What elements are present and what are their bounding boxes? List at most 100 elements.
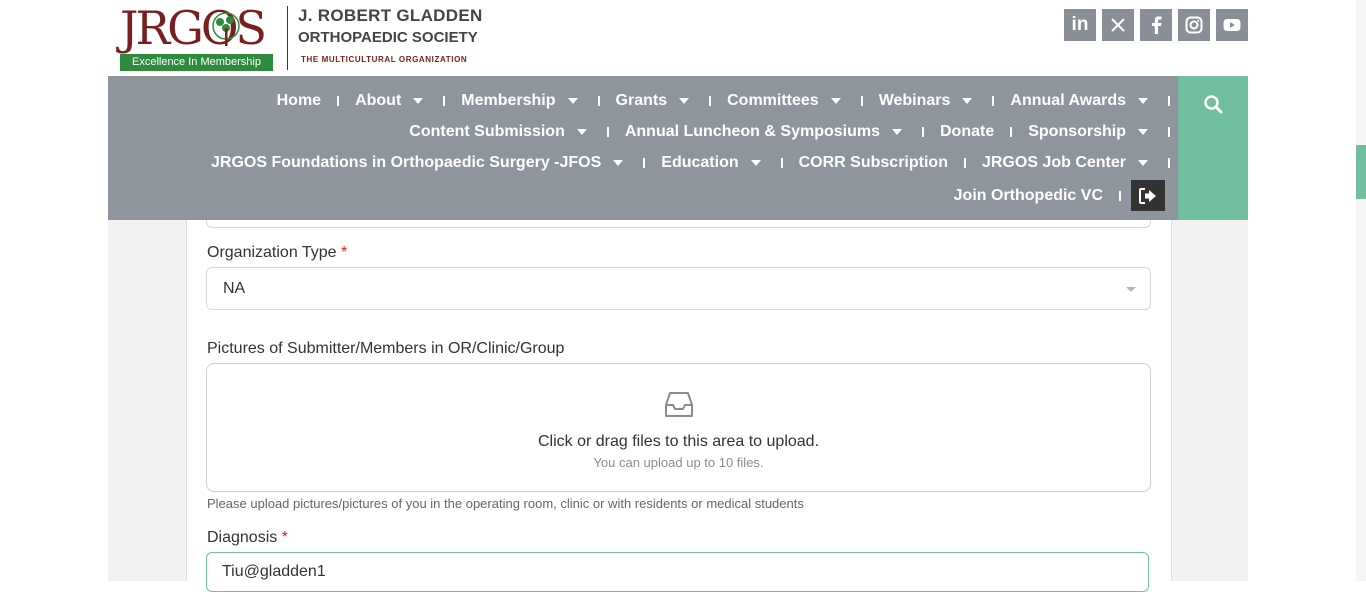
- chevron-down-icon: [750, 160, 761, 166]
- logout-icon: [1139, 187, 1156, 204]
- main-navigation: Home About Membership Grants Committees …: [108, 76, 1178, 220]
- facebook-button[interactable]: [1140, 9, 1172, 41]
- scrollbar-track[interactable]: [1356, 0, 1366, 581]
- chevron-down-icon: [1138, 129, 1148, 135]
- label-text: Organization Type: [207, 244, 337, 261]
- chevron-down-icon: [1138, 98, 1148, 104]
- search-icon[interactable]: [1203, 94, 1223, 114]
- linkedin-icon: in: [1071, 14, 1089, 35]
- nav-separator: [643, 158, 646, 168]
- selected-value: NA: [223, 280, 246, 297]
- chevron-down-icon: [1138, 160, 1148, 166]
- nav-item-sponsorship[interactable]: Sponsorship: [1028, 123, 1152, 141]
- nav-row-4: Join Orthopedic VC: [954, 180, 1165, 211]
- nav-item-content-submission[interactable]: Content Submission: [409, 123, 591, 141]
- chevron-down-icon: [891, 129, 902, 135]
- nav-label: Committees: [727, 92, 819, 109]
- chevron-down-icon: [830, 98, 841, 104]
- nav-separator: [860, 96, 863, 106]
- inbox-icon: [665, 392, 693, 417]
- chevron-down-icon: [613, 160, 624, 166]
- nav-label: Grants: [615, 92, 668, 109]
- nav-label: Sponsorship: [1028, 123, 1126, 140]
- nav-label: Annual Awards: [1010, 92, 1126, 109]
- logout-button[interactable]: [1131, 180, 1165, 211]
- nav-separator: [780, 158, 783, 168]
- chevron-down-icon: [962, 98, 973, 104]
- nav-label: Education: [661, 154, 739, 171]
- logo-badge: Excellence In Membership: [120, 54, 273, 71]
- nav-label: About: [355, 92, 402, 109]
- nav-separator: [1168, 127, 1170, 137]
- nav-row-1: Home About Membership Grants Committees …: [277, 90, 1170, 112]
- tree-icon: [212, 12, 240, 46]
- chevron-down-icon: [567, 98, 578, 104]
- pictures-help-text: Please upload pictures/pictures of you i…: [207, 496, 804, 511]
- organization-type-label: Organization Type *: [207, 244, 347, 262]
- nav-label: Join Orthopedic VC: [953, 186, 1103, 204]
- chevron-down-icon: [413, 98, 424, 104]
- nav-separator: [443, 96, 446, 106]
- youtube-icon: [1223, 19, 1241, 31]
- scrollbar-thumb[interactable]: [1356, 145, 1366, 199]
- nav-separator: [709, 96, 712, 106]
- linkedin-button[interactable]: in: [1064, 9, 1096, 41]
- nav-item-committees[interactable]: Committees: [727, 92, 845, 110]
- nav-separator: [1119, 190, 1121, 201]
- nav-label: Membership: [461, 92, 556, 109]
- required-mark: *: [281, 529, 288, 546]
- instagram-button[interactable]: [1178, 9, 1210, 41]
- nav-label: CORR Subscription: [798, 154, 948, 171]
- nav-separator: [1168, 158, 1170, 168]
- instagram-icon: [1185, 16, 1203, 34]
- nav-item-donate[interactable]: Donate: [940, 123, 994, 141]
- site-logo[interactable]: JRGOS Excellence In Membership: [120, 2, 274, 72]
- chevron-down-icon: [576, 129, 587, 135]
- nav-separator: [921, 127, 924, 137]
- nav-label: Home: [276, 92, 322, 109]
- upload-hint: You can upload up to 10 files.: [593, 455, 764, 470]
- nav-separator: [337, 96, 340, 106]
- nav-item-annual-luncheon[interactable]: Annual Luncheon & Symposiums: [625, 123, 906, 141]
- nav-item-corr-subscription[interactable]: CORR Subscription: [799, 154, 948, 172]
- org-tagline: THE MULTICULTURAL ORGANIZATION: [301, 55, 468, 64]
- nav-item-job-center[interactable]: JRGOS Job Center: [982, 154, 1152, 172]
- nav-label: Content Submission: [409, 123, 565, 140]
- nav-item-webinars[interactable]: Webinars: [879, 92, 977, 110]
- chevron-down-icon: [679, 98, 690, 104]
- nav-item-home[interactable]: Home: [277, 92, 321, 110]
- required-mark: *: [341, 244, 348, 261]
- nav-item-education[interactable]: Education: [661, 154, 764, 172]
- nav-item-annual-awards[interactable]: Annual Awards: [1010, 92, 1152, 110]
- nav-item-about[interactable]: About: [355, 92, 427, 110]
- logo-divider: [287, 6, 288, 70]
- nav-label: JRGOS Foundations in Orthopaedic Surgery…: [211, 154, 602, 171]
- diagnosis-input[interactable]: [206, 552, 1149, 592]
- facebook-icon: [1152, 16, 1162, 34]
- nav-item-membership[interactable]: Membership: [461, 92, 581, 110]
- nav-item-grants[interactable]: Grants: [616, 92, 694, 110]
- nav-label: Annual Luncheon & Symposiums: [624, 123, 880, 140]
- org-name-line2: ORTHOPAEDIC SOCIETY: [298, 29, 478, 46]
- diagnosis-label: Diagnosis *: [207, 529, 288, 547]
- x-button[interactable]: [1102, 9, 1134, 41]
- pictures-label: Pictures of Submitter/Members in OR/Clin…: [207, 340, 565, 357]
- nav-separator: [963, 158, 966, 168]
- nav-separator: [992, 96, 995, 106]
- youtube-button[interactable]: [1216, 9, 1248, 41]
- nav-label: Webinars: [878, 92, 951, 109]
- nav-label: Donate: [939, 123, 995, 140]
- nav-row-2: Content Submission Annual Luncheon & Sym…: [409, 121, 1170, 143]
- upload-title: Click or drag files to this area to uplo…: [537, 433, 820, 450]
- nav-item-jfos[interactable]: JRGOS Foundations in Orthopaedic Surgery…: [211, 154, 627, 172]
- organization-type-select[interactable]: NA: [206, 267, 1151, 310]
- label-text: Diagnosis: [207, 529, 278, 546]
- nav-separator: [606, 127, 609, 137]
- nav-separator: [597, 96, 600, 106]
- nav-row-3: JRGOS Foundations in Orthopaedic Surgery…: [211, 152, 1170, 174]
- x-icon: [1111, 18, 1125, 32]
- nav-separator: [1168, 96, 1170, 106]
- file-upload-dropzone[interactable]: Click or drag files to this area to uplo…: [206, 363, 1151, 492]
- nav-item-join-orthopedic-vc[interactable]: Join Orthopedic VC: [954, 187, 1103, 205]
- chevron-down-icon: [1126, 287, 1136, 292]
